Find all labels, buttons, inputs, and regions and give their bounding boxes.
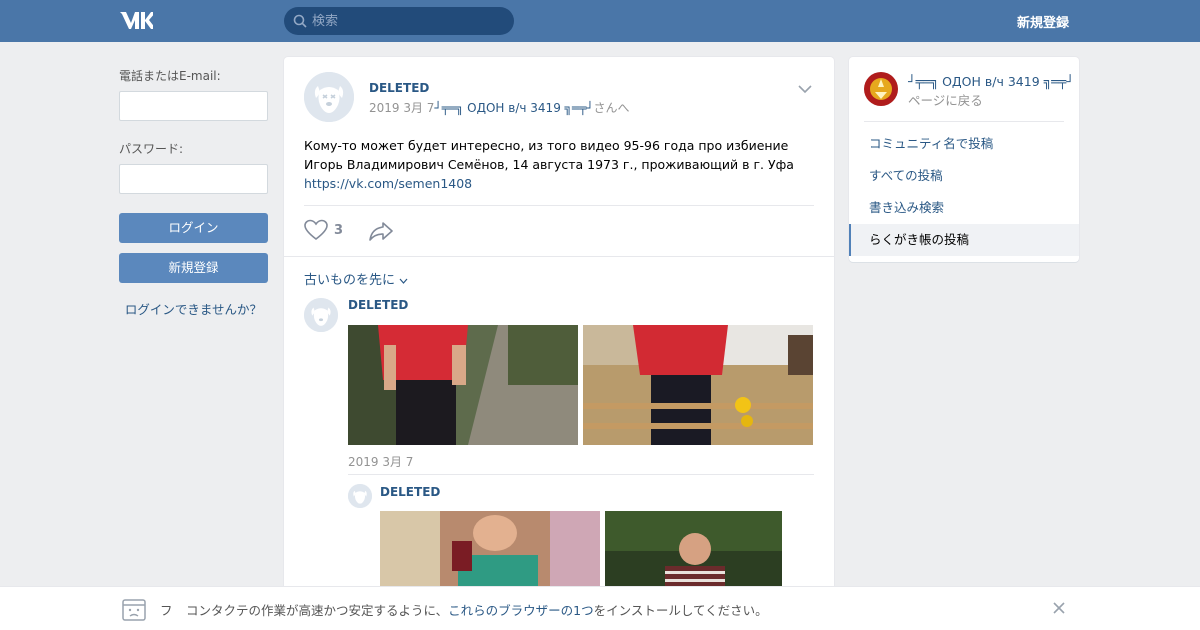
comment-date[interactable]: 2019 3月 7 xyxy=(348,453,413,470)
sort-oldest-first[interactable]: 古いものを先に xyxy=(304,269,408,288)
divider xyxy=(348,474,814,475)
community-sidebar: ┘╤═╗ ОДОН в/ч 3419 ╗═╤┘ ページに戻る コミュニティ名で投… xyxy=(849,57,1079,262)
browser-text-before: コンタクテの作業が高速かつ安定するように、 xyxy=(186,603,449,618)
post-link[interactable]: https://vk.com/semen1408 xyxy=(304,176,472,191)
search-input[interactable] xyxy=(312,7,502,35)
password-label: パスワード: xyxy=(119,142,184,156)
browser-text-after: をインストールしてください。 xyxy=(593,603,768,618)
browser-warning-bar: フ コンタクテの作業が高速かつ安定するように、これらのブラウザーの1つをインスト… xyxy=(0,586,1200,630)
community-name[interactable]: ┘╤═╗ ОДОН в/ч 3419 ╗═╤┘ xyxy=(908,74,1074,89)
deleted-dog-icon xyxy=(348,484,372,508)
search-box[interactable] xyxy=(284,7,514,35)
chevron-down-icon xyxy=(399,278,408,284)
wall-suffix: さんへ xyxy=(593,101,630,115)
like-count: 3 xyxy=(334,223,344,238)
login-button[interactable]: ログイン xyxy=(119,213,268,243)
post-card: DELETED 2019 3月 7┘╤═╗ ОДОН в/ч 3419 ╗═╤┘… xyxy=(284,57,834,630)
reply-photo[interactable] xyxy=(605,511,782,591)
divider xyxy=(864,121,1064,122)
post-date[interactable]: 2019 3月 7 xyxy=(369,101,434,115)
sort-label: 古いものを先に xyxy=(304,273,396,288)
vk-logo-icon[interactable] xyxy=(119,10,153,31)
deleted-dog-icon xyxy=(304,72,354,122)
photo-man-fence-sunflowers xyxy=(583,325,813,445)
register-link[interactable]: 新規登録 xyxy=(1017,12,1069,31)
back-to-page-link[interactable]: ページに戻る xyxy=(908,90,983,109)
post-text-line: Кому-то может будет интересно, из того в… xyxy=(304,138,789,153)
deleted-dog-icon xyxy=(304,298,338,332)
divider xyxy=(304,205,814,206)
top-bar: 新規登録 xyxy=(0,0,1200,42)
post-text: Кому-то может будет интересно, из того в… xyxy=(304,136,814,193)
comment-photo[interactable] xyxy=(348,325,578,445)
comment-photo[interactable] xyxy=(583,325,813,445)
search-icon xyxy=(293,14,307,28)
reply-avatar[interactable] xyxy=(348,484,372,508)
chevron-down-icon[interactable] xyxy=(798,84,812,94)
divider xyxy=(284,256,834,257)
browser-sad-icon xyxy=(122,599,146,621)
browser-bar-text: コンタクテの作業が高速かつ安定するように、これらのブラウザーの1つをインストール… xyxy=(186,600,768,619)
photo-selfie-phone xyxy=(380,511,600,591)
browser-bar-glyph: フ xyxy=(160,603,173,618)
phone-email-field[interactable] xyxy=(119,91,268,121)
comment-author[interactable]: DELETED xyxy=(348,298,408,312)
menu-wall-posts[interactable]: らくがき帳の投稿 xyxy=(849,224,1079,256)
photo-man-red-shirt xyxy=(348,325,578,445)
password-field[interactable] xyxy=(119,164,268,194)
post-author[interactable]: DELETED xyxy=(369,81,429,95)
share-icon[interactable] xyxy=(368,220,394,242)
emblem-icon xyxy=(864,72,898,106)
phone-label: 電話またはE-mail: xyxy=(119,69,221,83)
reply-author[interactable]: DELETED xyxy=(380,485,440,499)
menu-all-posts[interactable]: すべての投稿 xyxy=(849,160,1079,192)
register-button[interactable]: 新規登録 xyxy=(119,253,268,283)
post-text-line: Игорь Владимирович Семёнов, 14 августа 1… xyxy=(304,157,794,172)
comment-avatar[interactable] xyxy=(304,298,338,332)
menu-search-posts[interactable]: 書き込み検索 xyxy=(849,192,1079,224)
heart-icon[interactable] xyxy=(304,219,328,241)
menu-community-posts[interactable]: コミュニティ名で投稿 xyxy=(849,128,1079,160)
forgot-login-link[interactable]: ログインできませんか？ xyxy=(119,299,268,318)
post-meta: 2019 3月 7┘╤═╗ ОДОН в/ч 3419 ╗═╤┘さんへ xyxy=(369,99,630,116)
author-avatar[interactable] xyxy=(304,72,354,122)
reply-photo[interactable] xyxy=(380,511,600,591)
close-icon[interactable] xyxy=(1052,601,1066,615)
photo-man-trees xyxy=(605,511,782,591)
login-panel: 電話またはE-mail: パスワード: ログイン 新規登録 ログインできませんか… xyxy=(119,67,268,318)
community-avatar[interactable] xyxy=(864,72,898,106)
browser-list-link[interactable]: これらのブラウザーの1つ xyxy=(448,603,593,618)
wall-owner-link[interactable]: ┘╤═╗ ОДОН в/ч 3419 ╗═╤┘ xyxy=(434,101,593,115)
